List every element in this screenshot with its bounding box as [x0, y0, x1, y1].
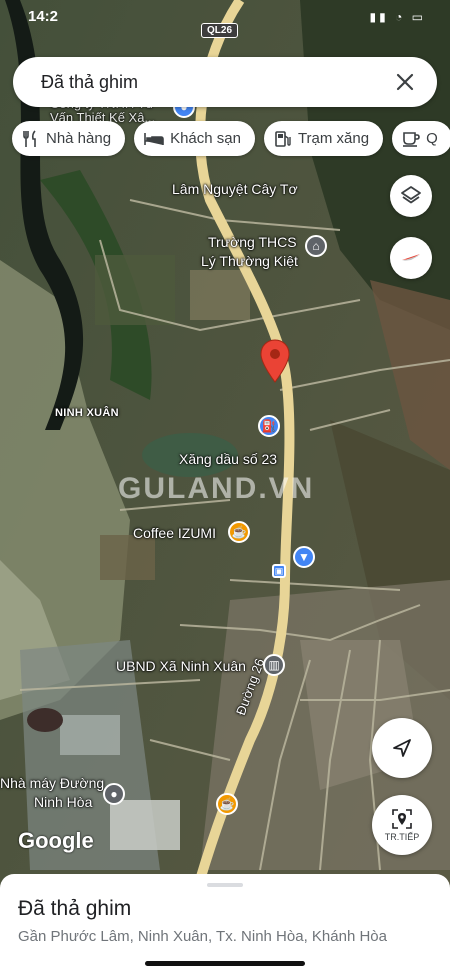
gas-station-icon[interactable]: ⛽ [258, 415, 280, 437]
bus-stop-icon[interactable]: ▣ [272, 564, 286, 578]
place-title: Đã thả ghim [18, 897, 132, 920]
bed-icon [144, 132, 164, 145]
place-address: Gần Phước Lâm, Ninh Xuân, Tx. Ninh Hòa, … [18, 928, 387, 945]
chip-label: Q [426, 130, 438, 147]
map-label-ninh-xuan: NINH XUÂN [55, 407, 119, 419]
map-label-school-line2[interactable]: Lý Thường Kiệt [201, 253, 298, 269]
layers-button[interactable] [390, 175, 432, 217]
shopping-icon[interactable]: ▼ [293, 546, 315, 568]
directions-button[interactable]: TR.TIẾP [372, 795, 432, 855]
status-icons: ▮▮ ◔ ▭ [369, 10, 426, 24]
directions-icon [392, 809, 412, 829]
chip-label: Trạm xăng [297, 130, 370, 147]
map-label-factory-line2[interactable]: Ninh Hòa [34, 794, 92, 810]
my-location-button[interactable] [372, 718, 432, 778]
map-label-gas-station[interactable]: Xăng dầu số 23 [179, 451, 277, 467]
chip-label: Nhà hàng [46, 130, 112, 147]
government-icon[interactable]: ▥ [263, 654, 285, 676]
close-icon [396, 73, 414, 91]
compass-button[interactable] [390, 237, 432, 279]
map-label-lam-nguyet[interactable]: Lâm Nguyệt Cây Tơ [172, 181, 298, 197]
category-chips: Nhà hàng Khách sạn Trạm xăng Q [12, 121, 450, 156]
route-shield-ql26: QL26 [201, 23, 239, 38]
school-icon[interactable]: ⌂ [305, 235, 327, 257]
map-label-ubnd[interactable]: UBND Xã Ninh Xuân [116, 658, 246, 674]
directions-label: TR.TIẾP [384, 832, 420, 842]
chip-restaurants[interactable]: Nhà hàng [12, 121, 126, 156]
chip-hotels[interactable]: Khách sạn [134, 121, 255, 156]
home-indicator[interactable] [145, 961, 305, 966]
drag-handle[interactable] [207, 883, 243, 887]
close-button[interactable] [391, 68, 419, 96]
search-input[interactable] [39, 70, 391, 94]
my-location-icon [393, 739, 411, 757]
google-logo: Google [18, 828, 94, 853]
chip-label: Khách sạn [170, 130, 241, 147]
chip-gas-stations[interactable]: Trạm xăng [263, 121, 384, 156]
coffee-icon[interactable]: ☕ [228, 521, 250, 543]
status-time: 14:2 [28, 8, 59, 25]
chip-coffee[interactable]: Q [392, 121, 450, 156]
layers-icon [401, 186, 421, 204]
gas-pump-icon [275, 130, 291, 147]
factory-icon[interactable]: ● [103, 783, 125, 805]
compass-icon [402, 254, 420, 261]
coffee-icon [403, 131, 420, 147]
dropped-pin-icon[interactable] [260, 339, 290, 383]
map-label-school-line1[interactable]: Trường THCS [208, 234, 297, 250]
map-label-factory-line1[interactable]: Nhà máy Đường [0, 775, 104, 791]
search-bar[interactable] [13, 57, 437, 107]
watermark: GULAND.VN [118, 472, 315, 505]
map-label-coffee[interactable]: Coffee IZUMI [133, 525, 216, 541]
bottom-sheet[interactable]: Đã thả ghim Gần Phước Lâm, Ninh Xuân, Tx… [0, 874, 450, 973]
cafe-icon[interactable]: ☕ [216, 793, 238, 815]
fork-knife-icon [23, 129, 36, 147]
